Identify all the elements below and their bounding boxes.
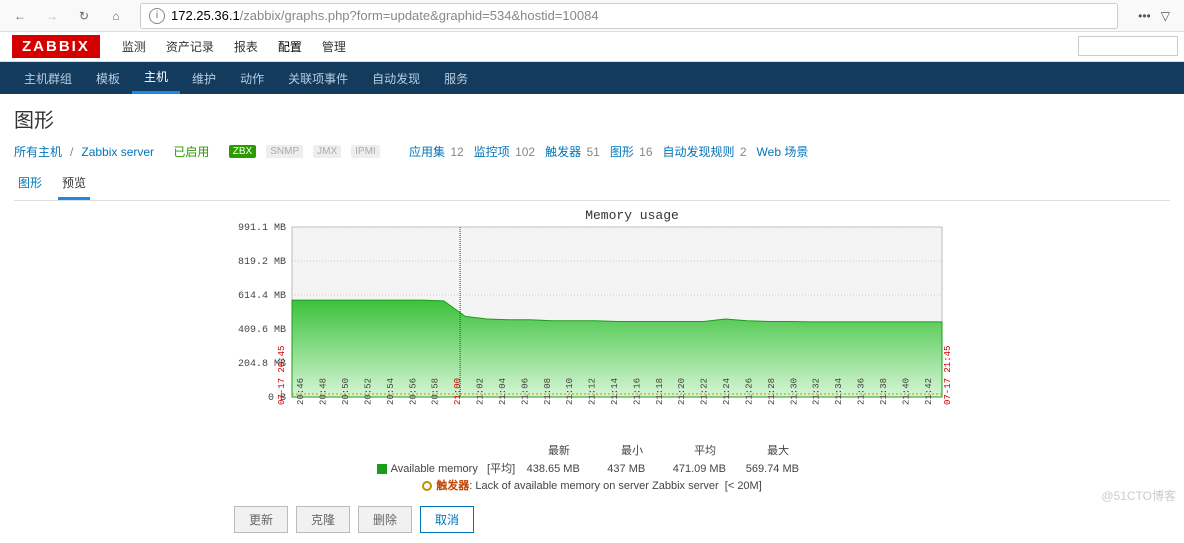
svg-text:20:58: 20:58: [431, 378, 441, 405]
badge-zbx: ZBX: [229, 145, 256, 158]
svg-text:21:20: 21:20: [677, 378, 687, 405]
trigger-icon: [422, 481, 432, 491]
svg-text:21:02: 21:02: [476, 378, 486, 405]
info-icon: i: [149, 8, 165, 24]
reader-icon[interactable]: ▽: [1161, 9, 1170, 23]
svg-text:21:16: 21:16: [632, 378, 642, 405]
main-nav-item[interactable]: 资产记录: [156, 32, 224, 61]
svg-text:07-17 21:45: 07-17 21:45: [943, 346, 953, 405]
tab[interactable]: 预览: [58, 168, 90, 200]
sub-nav: 主机群组模板主机维护动作关联项事件自动发现服务: [0, 62, 1184, 94]
svg-text:21:10: 21:10: [565, 378, 575, 405]
svg-text:20:56: 20:56: [408, 378, 418, 405]
crumb-host[interactable]: Zabbix server: [81, 145, 154, 159]
status-enabled: 已启用: [173, 143, 209, 160]
crumb-link[interactable]: 图形: [610, 145, 634, 159]
main-nav-item[interactable]: 管理: [312, 32, 356, 61]
main-nav-item[interactable]: 报表: [224, 32, 268, 61]
svg-text:614.4 MB: 614.4 MB: [238, 291, 286, 302]
form-buttons: 更新 克隆 删除 取消: [14, 496, 1170, 533]
crumb-link[interactable]: 监控项: [474, 145, 510, 159]
svg-text:21:42: 21:42: [924, 378, 934, 405]
svg-text:21:32: 21:32: [812, 378, 822, 405]
svg-text:Memory usage: Memory usage: [585, 208, 679, 223]
crumb-link[interactable]: 自动发现规则: [663, 145, 735, 159]
chart: Memory usage 991.1 MB 819.2 MB 614.4 MB 409.…: [222, 207, 962, 496]
home-button[interactable]: ⌂: [104, 4, 128, 28]
main-nav: 监测资产记录报表配置管理: [112, 32, 356, 61]
svg-text:21:18: 21:18: [655, 378, 665, 405]
breadcrumb: 所有主机 / Zabbix server 已启用 ZBXSNMPJMXIPMI …: [14, 143, 1170, 160]
legend-swatch: [377, 464, 387, 474]
back-button[interactable]: ←: [8, 4, 32, 28]
svg-text:20:48: 20:48: [319, 378, 329, 405]
sub-nav-item[interactable]: 动作: [228, 62, 276, 94]
svg-text:409.6 MB: 409.6 MB: [238, 325, 286, 336]
delete-button[interactable]: 删除: [358, 506, 412, 533]
svg-text:07-17 20:45: 07-17 20:45: [277, 346, 287, 405]
badge-ipmi: IPMI: [351, 145, 380, 158]
svg-text:20:50: 20:50: [341, 378, 351, 405]
svg-text:21:34: 21:34: [834, 378, 844, 405]
sub-nav-item[interactable]: 维护: [180, 62, 228, 94]
svg-text:21:14: 21:14: [610, 378, 620, 405]
svg-text:21:04: 21:04: [498, 378, 508, 405]
svg-text:21:22: 21:22: [700, 378, 710, 405]
svg-text:20:46: 20:46: [296, 378, 306, 405]
crumb-all-hosts[interactable]: 所有主机: [14, 143, 62, 160]
more-icon[interactable]: •••: [1138, 9, 1151, 23]
svg-text:21:24: 21:24: [722, 378, 732, 405]
sub-nav-item[interactable]: 关联项事件: [276, 62, 360, 94]
crumb-link[interactable]: 触发器: [545, 145, 581, 159]
svg-text:21:00: 21:00: [453, 378, 463, 405]
url-host: 172.25.36.1: [171, 8, 240, 23]
page-title: 图形: [14, 104, 1170, 133]
url-bar[interactable]: i 172.25.36.1/zabbix/graphs.php?form=upd…: [140, 3, 1118, 29]
forward-button[interactable]: →: [40, 4, 64, 28]
zabbix-header: ZABBIX 监测资产记录报表配置管理: [0, 32, 1184, 62]
svg-text:21:28: 21:28: [767, 378, 777, 405]
url-path: /zabbix/graphs.php?form=update&graphid=5…: [240, 8, 599, 23]
sub-nav-item[interactable]: 模板: [84, 62, 132, 94]
svg-text:819.2 MB: 819.2 MB: [238, 257, 286, 268]
main-nav-item[interactable]: 监测: [112, 32, 156, 61]
sub-nav-item[interactable]: 主机: [132, 62, 180, 94]
svg-text:21:30: 21:30: [789, 378, 799, 405]
svg-text:21:40: 21:40: [901, 378, 911, 405]
watermark: @51CTO博客: [1101, 487, 1176, 504]
zabbix-logo[interactable]: ZABBIX: [12, 35, 100, 58]
reload-button[interactable]: ↻: [72, 4, 96, 28]
main-nav-item[interactable]: 配置: [268, 32, 312, 61]
search-input[interactable]: [1078, 36, 1178, 56]
crumb-link[interactable]: 应用集: [409, 145, 445, 159]
sub-nav-item[interactable]: 主机群组: [12, 62, 84, 94]
tab[interactable]: 图形: [14, 168, 46, 200]
badge-snmp: SNMP: [266, 145, 303, 158]
svg-text:21:38: 21:38: [879, 378, 889, 405]
svg-text:20:52: 20:52: [363, 378, 373, 405]
cancel-button[interactable]: 取消: [420, 506, 474, 533]
svg-text:21:06: 21:06: [520, 378, 530, 405]
svg-text:21:26: 21:26: [744, 378, 754, 405]
sub-nav-item[interactable]: 自动发现: [360, 62, 432, 94]
svg-text:991.1 MB: 991.1 MB: [238, 223, 286, 234]
svg-text:21:36: 21:36: [857, 378, 867, 405]
legend: 最新 最小 平均 最大 Available memory [平均] 438.65…: [222, 443, 962, 496]
svg-text:21:08: 21:08: [543, 378, 553, 405]
browser-toolbar: ← → ↻ ⌂ i 172.25.36.1/zabbix/graphs.php?…: [0, 0, 1184, 32]
sub-nav-item[interactable]: 服务: [432, 62, 480, 94]
svg-text:21:12: 21:12: [588, 378, 598, 405]
clone-button[interactable]: 克隆: [296, 506, 350, 533]
update-button[interactable]: 更新: [234, 506, 288, 533]
badge-jmx: JMX: [313, 145, 341, 158]
crumb-link[interactable]: Web 场景: [757, 145, 809, 159]
svg-text:20:54: 20:54: [386, 378, 396, 405]
tabs: 图形预览: [14, 168, 1170, 201]
